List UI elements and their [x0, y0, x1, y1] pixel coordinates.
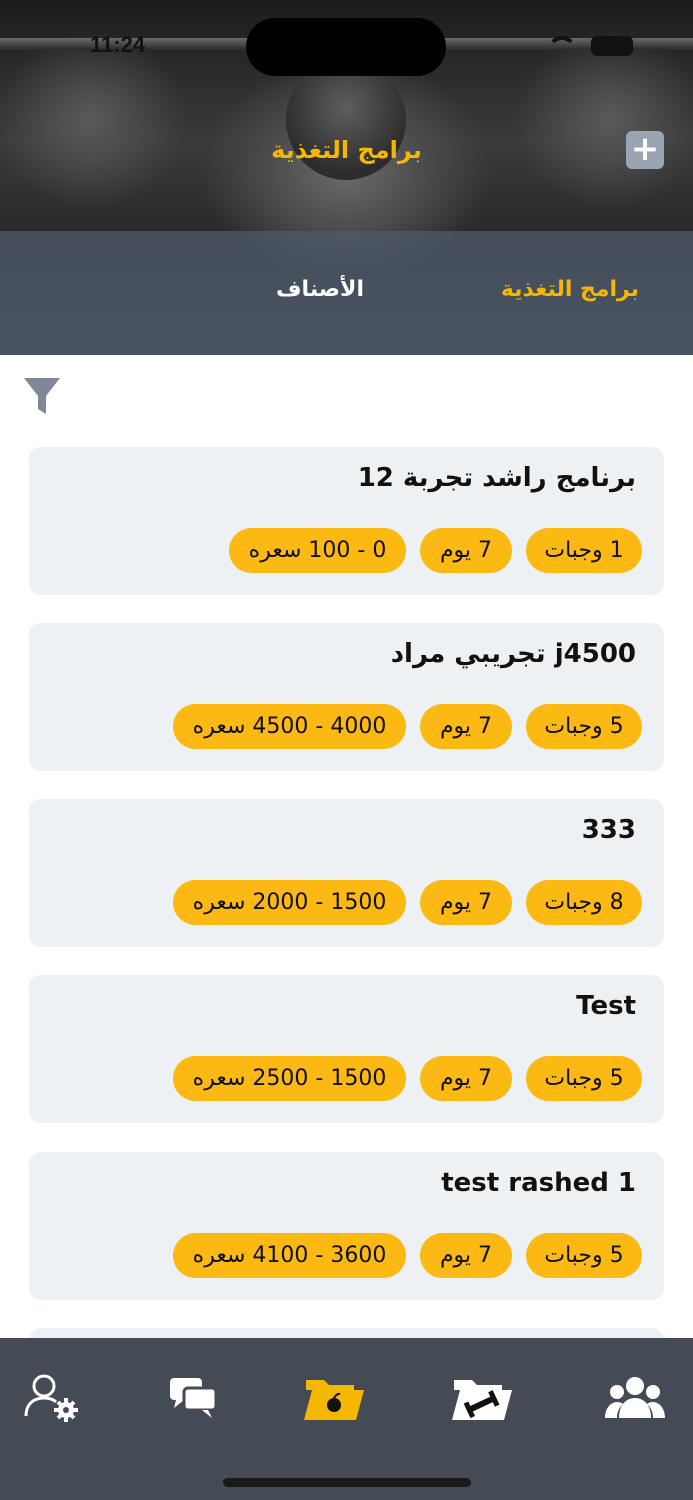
home-indicator — [223, 1478, 471, 1487]
calories-chip: 4000 - 4500 سعره — [173, 704, 406, 749]
meals-chip: 1 وجبات — [526, 528, 642, 573]
program-chips: 5 وجبات 7 يوم 1500 - 2500 سعره — [173, 1056, 642, 1101]
calories-chip: 1500 - 2000 سعره — [173, 880, 406, 925]
user-settings-icon[interactable] — [20, 1368, 84, 1428]
calories-chip: 3600 - 4100 سعره — [173, 1233, 406, 1278]
program-card[interactable]: test rashed 1 5 وجبات 7 يوم 3600 - 4100 … — [29, 1152, 664, 1300]
page-title: برامج التغذية — [271, 136, 422, 164]
tab-categories[interactable]: الأصناف — [276, 277, 364, 302]
days-chip: 7 يوم — [420, 528, 512, 573]
program-card[interactable]: Test 5 وجبات 7 يوم 1500 - 2500 سعره — [29, 975, 664, 1123]
battery-icon — [591, 36, 633, 56]
tab-nutrition-programs[interactable]: برامج التغذية — [501, 277, 639, 302]
meals-chip: 5 وجبات — [526, 704, 642, 749]
days-chip: 7 يوم — [420, 880, 512, 925]
days-chip: 7 يوم — [420, 1056, 512, 1101]
chat-icon[interactable] — [162, 1368, 226, 1428]
workout-folder-icon[interactable] — [450, 1368, 514, 1428]
days-chip: 7 يوم — [420, 704, 512, 749]
calories-chip: 1500 - 2500 سعره — [173, 1056, 406, 1101]
bottom-nav — [0, 1338, 693, 1500]
program-name: j4500 تجريبي مراد — [390, 639, 636, 669]
program-chips: 5 وجبات 7 يوم 3600 - 4100 سعره — [173, 1233, 642, 1278]
meals-chip: 8 وجبات — [526, 880, 642, 925]
meals-chip: 5 وجبات — [526, 1056, 642, 1101]
program-chips: 5 وجبات 7 يوم 4000 - 4500 سعره — [173, 704, 642, 749]
filter-icon[interactable] — [22, 376, 62, 416]
program-card[interactable]: j4500 تجريبي مراد 5 وجبات 7 يوم 4000 - 4… — [29, 623, 664, 771]
days-chip: 7 يوم — [420, 1233, 512, 1278]
nutrition-folder-icon[interactable] — [302, 1368, 366, 1428]
title-bar: برامج التغذية — [0, 120, 693, 190]
program-chips: 8 وجبات 7 يوم 1500 - 2000 سعره — [173, 880, 642, 925]
wifi-icon — [547, 36, 577, 56]
tabs-strip: برامج التغذية الأصناف — [0, 231, 693, 355]
status-time: 11:24 — [90, 32, 146, 57]
dynamic-island — [246, 18, 446, 76]
program-card[interactable]: برنامج راشد تجربة 12 1 وجبات 7 يوم 0 - 1… — [29, 447, 664, 595]
meals-chip: 5 وجبات — [526, 1233, 642, 1278]
program-name: 333 — [581, 815, 636, 845]
program-name: test rashed 1 — [441, 1168, 636, 1198]
add-program-button[interactable]: + — [626, 131, 664, 169]
status-icons — [547, 36, 633, 56]
users-group-icon[interactable] — [603, 1368, 667, 1428]
calories-chip: 0 - 100 سعره — [229, 528, 406, 573]
program-name: Test — [576, 991, 636, 1021]
program-chips: 1 وجبات 7 يوم 0 - 100 سعره — [229, 528, 642, 573]
program-card[interactable]: 333 8 وجبات 7 يوم 1500 - 2000 سعره — [29, 799, 664, 947]
program-name: برنامج راشد تجربة 12 — [357, 463, 636, 493]
